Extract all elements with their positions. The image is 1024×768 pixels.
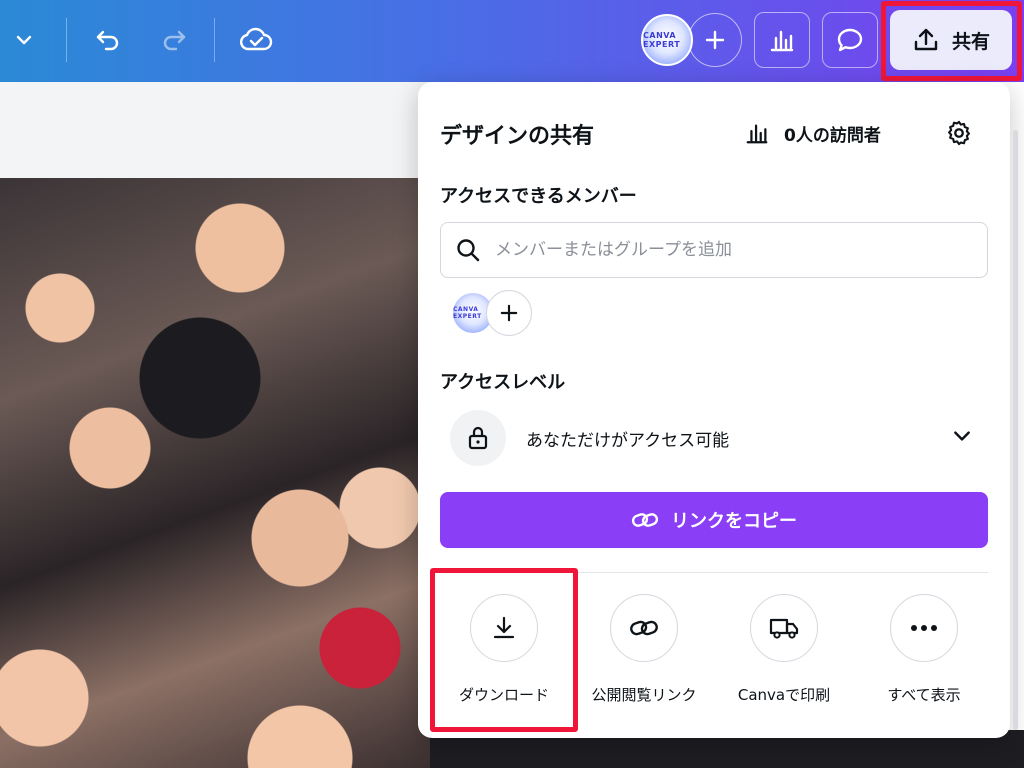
add-collaborator-button[interactable] <box>688 13 742 67</box>
add-member-button[interactable] <box>486 290 532 336</box>
access-level-dropdown[interactable]: あなただけがアクセス可能 <box>440 406 988 470</box>
gear-icon <box>948 120 970 146</box>
copy-link-label: リンクをコピー <box>671 511 797 532</box>
plus-icon <box>705 30 725 50</box>
visitors-button[interactable]: 0人の訪問者 <box>744 120 881 146</box>
action-label: すべて表示 <box>887 686 961 704</box>
visitors-label: 0人の訪問者 <box>784 125 881 146</box>
access-level-value: あなただけがアクセス可能 <box>526 430 730 451</box>
design-photo[interactable] <box>0 178 430 768</box>
print-with-canva-action[interactable]: Canvaで印刷 <box>714 594 854 705</box>
settings-button[interactable] <box>942 116 976 150</box>
plus-icon <box>500 304 518 322</box>
download-highlight-box <box>430 568 578 732</box>
access-level-label: アクセスレベル <box>440 372 566 393</box>
redo-icon <box>163 30 186 51</box>
menu-chevron-button[interactable] <box>8 24 40 56</box>
topbar-divider <box>214 18 215 62</box>
chevron-down-icon <box>16 35 32 45</box>
print-circle <box>750 594 818 662</box>
cloud-save-button[interactable] <box>236 22 276 58</box>
more-circle <box>890 594 958 662</box>
show-all-action[interactable]: すべて表示 <box>854 594 994 705</box>
comments-button[interactable] <box>822 12 878 68</box>
member-search-field[interactable] <box>440 222 988 278</box>
panel-scrollbar[interactable] <box>1013 130 1018 730</box>
link-icon <box>630 620 658 636</box>
copy-link-button[interactable]: リンクをコピー <box>440 492 988 548</box>
lock-badge <box>450 410 506 466</box>
members-section-label: アクセスできるメンバー <box>440 186 637 207</box>
panel-title: デザインの共有 <box>440 124 595 149</box>
member-search-input[interactable] <box>495 240 965 260</box>
comment-icon <box>837 28 863 52</box>
undo-icon <box>96 30 119 51</box>
editor-topbar: CANVA EXPERT 共有 <box>0 0 1024 82</box>
share-highlight-box <box>881 1 1022 81</box>
chevron-down-icon <box>954 431 970 441</box>
redo-button[interactable] <box>156 22 192 58</box>
avatar-label: CANVA EXPERT <box>643 31 681 49</box>
insights-button[interactable] <box>754 12 810 68</box>
more-icon <box>911 625 937 631</box>
action-label: Canvaで印刷 <box>737 686 831 704</box>
cloud-check-icon <box>239 27 273 51</box>
bar-chart-icon <box>770 30 794 52</box>
action-label: 公開閲覧リンク <box>591 686 697 704</box>
truck-icon <box>769 618 799 639</box>
search-icon <box>457 239 480 262</box>
bar-chart-icon <box>746 124 768 144</box>
link-icon <box>631 513 659 527</box>
public-view-link-action[interactable]: 公開閲覧リンク <box>574 594 714 705</box>
topbar-divider <box>66 18 67 62</box>
user-avatar[interactable]: CANVA EXPERT <box>641 14 693 66</box>
undo-button[interactable] <box>90 22 126 58</box>
public-link-circle <box>610 594 678 662</box>
lock-icon <box>468 426 488 450</box>
canvas-background <box>0 82 430 178</box>
